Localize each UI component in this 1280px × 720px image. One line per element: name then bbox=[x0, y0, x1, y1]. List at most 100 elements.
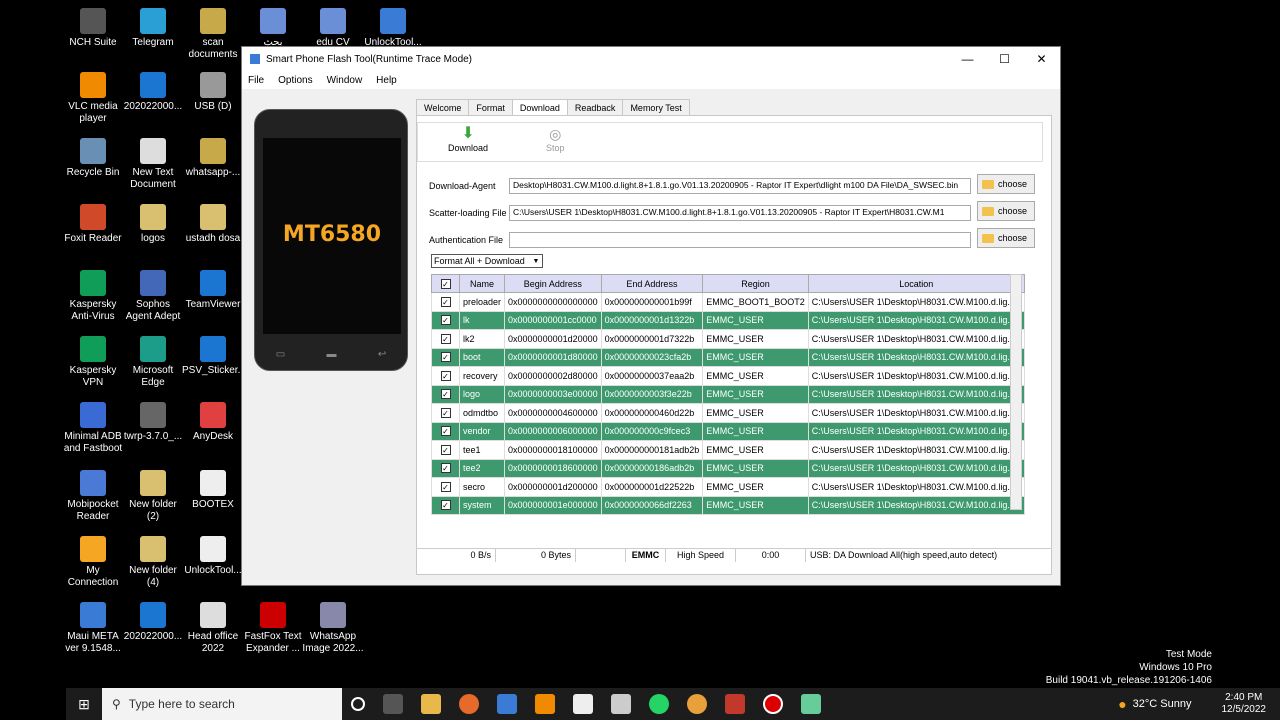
record-icon[interactable] bbox=[763, 694, 783, 714]
menu-help[interactable]: Help bbox=[376, 75, 397, 86]
clock[interactable]: 2:40 PM 12/5/2022 bbox=[1222, 692, 1267, 716]
file-explorer-icon[interactable] bbox=[421, 694, 441, 714]
desktop-icon[interactable]: ustadh dosa bbox=[182, 204, 244, 245]
row-checkbox[interactable]: ✓ bbox=[431, 310, 460, 330]
desktop-icon[interactable]: TeamViewer bbox=[182, 270, 244, 311]
row-checkbox[interactable]: ✓ bbox=[431, 421, 460, 441]
mode-select[interactable]: Format All + Download ▼ bbox=[431, 254, 543, 268]
desktop-icon[interactable]: Kaspersky Anti-Virus bbox=[62, 270, 124, 323]
desktop-icon[interactable]: Foxit Reader bbox=[62, 204, 124, 245]
shield-icon[interactable] bbox=[611, 694, 631, 714]
row-checkbox[interactable]: ✓ bbox=[431, 329, 460, 349]
desktop-icon[interactable]: Recycle Bin bbox=[62, 138, 124, 179]
weather-text[interactable]: 32°C Sunny bbox=[1133, 698, 1192, 710]
minimize-button[interactable]: — bbox=[949, 52, 986, 66]
desktop-icon[interactable]: Microsoft Edge bbox=[122, 336, 184, 389]
tab-readback[interactable]: Readback bbox=[566, 99, 624, 116]
desktop-icon[interactable]: logos bbox=[122, 204, 184, 245]
vlc-icon[interactable] bbox=[535, 694, 555, 714]
desktop-icon[interactable]: New folder (4) bbox=[122, 536, 184, 589]
table-row[interactable]: ✓ tee1 0x0000000018100000 0x000000000181adb… bbox=[431, 440, 1025, 460]
menu-file[interactable]: File bbox=[248, 75, 264, 86]
choose-scatter-button[interactable]: choose bbox=[977, 201, 1035, 221]
auth-field[interactable] bbox=[509, 232, 971, 248]
menu-window[interactable]: Window bbox=[327, 75, 363, 86]
desktop-icon[interactable]: scan documents bbox=[182, 8, 244, 61]
table-row[interactable]: ✓ tee2 0x0000000018600000 0x00000000186adb2… bbox=[431, 458, 1025, 478]
tab-welcome[interactable]: Welcome bbox=[416, 99, 470, 116]
task-view-icon[interactable] bbox=[383, 694, 403, 714]
table-row[interactable]: ✓ odmdtbo 0x0000000004600000 0x000000000460… bbox=[431, 403, 1025, 423]
row-checkbox[interactable]: ✓ bbox=[431, 440, 460, 460]
desktop-icon[interactable]: FastFox Text Expander ... bbox=[242, 602, 304, 655]
desktop-icon[interactable]: PSV_Sticker... bbox=[182, 336, 246, 377]
download-button[interactable]: ⬇ Download bbox=[448, 125, 488, 153]
table-row[interactable]: ✓ system 0x000000001e000000 0x0000000066df2… bbox=[431, 495, 1025, 515]
desktop-icon[interactable]: Maui META ver 9.1548... bbox=[62, 602, 124, 655]
desktop-icon[interactable]: Head office 2022 bbox=[182, 602, 244, 655]
table-row[interactable]: ✓ recovery 0x0000000002d80000 0x00000000037… bbox=[431, 366, 1025, 386]
app-icon[interactable] bbox=[725, 694, 745, 714]
scatter-field[interactable]: C:\Users\USER 1\Desktop\H8031.CW.M100.d.… bbox=[509, 205, 971, 221]
row-checkbox[interactable]: ✓ bbox=[431, 495, 460, 515]
row-checkbox[interactable]: ✓ bbox=[431, 347, 460, 367]
whatsapp-icon[interactable] bbox=[649, 694, 669, 714]
close-button[interactable]: ✕ bbox=[1023, 52, 1060, 66]
stop-button[interactable]: ◎ Stop bbox=[546, 125, 565, 153]
desktop-icon[interactable]: twrp-3.7.0_... bbox=[122, 402, 184, 443]
desktop-icon[interactable]: whatsapp-... bbox=[182, 138, 244, 179]
desktop-icon[interactable]: بحث bbox=[242, 8, 304, 49]
desktop-icon[interactable]: WhatsApp Image 2022... bbox=[302, 602, 364, 655]
menu-options[interactable]: Options bbox=[278, 75, 312, 86]
desktop-icon[interactable]: Telegram bbox=[122, 8, 184, 49]
title-bar[interactable]: Smart Phone Flash Tool(Runtime Trace Mod… bbox=[242, 47, 1060, 71]
package-icon[interactable] bbox=[573, 694, 593, 714]
desktop-icon[interactable]: My Connection bbox=[62, 536, 124, 589]
tab-memory-test[interactable]: Memory Test bbox=[622, 99, 690, 116]
table-row[interactable]: ✓ logo 0x0000000003e00000 0x0000000003f3e22… bbox=[431, 384, 1025, 404]
download-agent-field[interactable]: Desktop\H8031.CW.M100.d.light.8+1.8.1.go… bbox=[509, 178, 971, 194]
search-box[interactable]: ⚲ Type here to search bbox=[102, 688, 342, 720]
row-checkbox[interactable]: ✓ bbox=[431, 403, 460, 423]
desktop-icon[interactable]: New folder (2) bbox=[122, 470, 184, 523]
start-button[interactable]: ⊞ bbox=[66, 696, 102, 713]
maximize-button[interactable]: ☐ bbox=[986, 52, 1023, 66]
table-scrollbar[interactable] bbox=[1010, 274, 1022, 510]
desktop-icon[interactable]: UnlockTool... bbox=[182, 536, 244, 577]
firefox-icon[interactable] bbox=[459, 694, 479, 714]
row-checkbox[interactable]: ✓ bbox=[431, 458, 460, 478]
row-checkbox[interactable]: ✓ bbox=[431, 477, 460, 497]
desktop-icon[interactable]: Minimal ADB and Fastboot bbox=[62, 402, 124, 455]
desktop-icon[interactable]: BOOTEX bbox=[182, 470, 244, 511]
desktop-icon[interactable]: Mobipocket Reader bbox=[62, 470, 124, 523]
table-row[interactable]: ✓ preloader 0x0000000000000000 0x0000000000… bbox=[431, 292, 1025, 312]
desktop-icon[interactable]: Sophos Agent Adept bbox=[122, 270, 184, 323]
desktop-icon[interactable]: AnyDesk bbox=[182, 402, 244, 443]
app-icon[interactable] bbox=[497, 694, 517, 714]
choose-auth-button[interactable]: choose bbox=[977, 228, 1035, 248]
row-checkbox[interactable]: ✓ bbox=[431, 366, 460, 386]
table-row[interactable]: ✓ boot 0x0000000001d80000 0x00000000023cfa2… bbox=[431, 347, 1025, 367]
desktop-icon[interactable]: edu CV bbox=[302, 8, 364, 49]
row-checkbox[interactable]: ✓ bbox=[431, 292, 460, 312]
desktop-icon[interactable]: 202022000... bbox=[122, 72, 184, 113]
app-icon[interactable] bbox=[687, 694, 707, 714]
table-row[interactable]: ✓ secro 0x000000001d200000 0x000000001d2252… bbox=[431, 477, 1025, 497]
flash-tool-taskbar-icon[interactable] bbox=[801, 694, 821, 714]
desktop-icon[interactable]: Kaspersky VPN bbox=[62, 336, 124, 389]
select-all-header[interactable]: ✓ bbox=[431, 274, 460, 293]
desktop-icon[interactable]: VLC media player bbox=[62, 72, 124, 125]
desktop-icon[interactable]: 202022000... bbox=[122, 602, 184, 643]
table-row[interactable]: ✓ vendor 0x0000000006000000 0x000000000c9fc… bbox=[431, 421, 1025, 441]
desktop-icon[interactable]: NCH Suite bbox=[62, 8, 124, 49]
table-row[interactable]: ✓ lk 0x0000000001cc0000 0x0000000001d1322b E… bbox=[431, 310, 1025, 330]
cortana-icon[interactable] bbox=[351, 697, 365, 711]
choose-da-button[interactable]: choose bbox=[977, 174, 1035, 194]
desktop-icon[interactable]: UnlockTool... bbox=[362, 8, 424, 49]
row-checkbox[interactable]: ✓ bbox=[431, 384, 460, 404]
tab-format[interactable]: Format bbox=[468, 99, 513, 116]
table-row[interactable]: ✓ lk2 0x0000000001d20000 0x0000000001d7322b… bbox=[431, 329, 1025, 349]
desktop-icon[interactable]: New Text Document bbox=[122, 138, 184, 191]
desktop-icon[interactable]: USB (D) bbox=[182, 72, 244, 113]
tab-download[interactable]: Download bbox=[511, 99, 568, 116]
